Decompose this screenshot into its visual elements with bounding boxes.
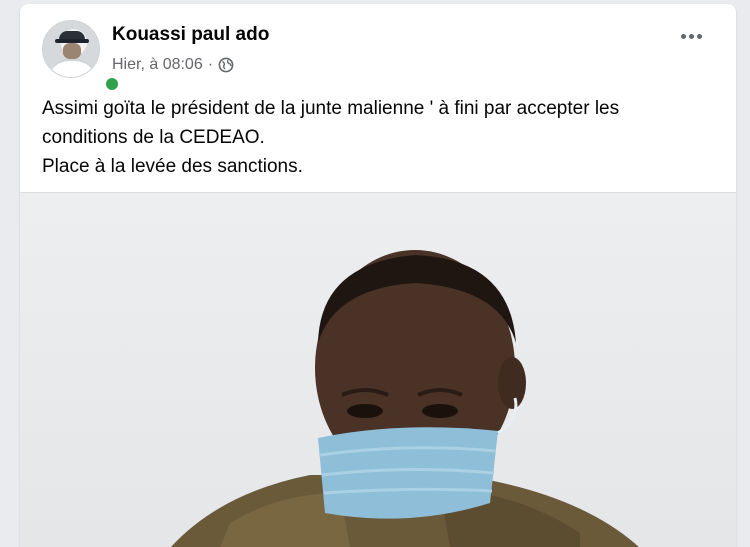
post-card: Kouassi paul ado Hier, à 08:06 · Assimi …	[20, 4, 736, 547]
meta-separator: ·	[207, 56, 214, 73]
avatar	[42, 20, 100, 78]
post-text-line: Place à la levée des sanctions.	[42, 156, 303, 177]
post-meta: Hier, à 08:06 ·	[112, 56, 234, 74]
post-timestamp[interactable]: Hier, à 08:06	[112, 56, 203, 74]
post-photo[interactable]	[20, 192, 736, 547]
photo-illustration	[170, 250, 639, 547]
author-avatar[interactable]	[42, 20, 120, 92]
post-text-line: conditions de la CEDEAO.	[42, 127, 265, 148]
post-text: Assimi goïta le président de la junte ma…	[42, 94, 722, 181]
globe-icon[interactable]	[218, 57, 234, 73]
more-options-icon[interactable]	[681, 34, 702, 39]
post-text-line: Assimi goïta le président de la junte ma…	[42, 98, 620, 119]
online-status-dot	[104, 76, 120, 92]
author-name[interactable]: Kouassi paul ado	[112, 24, 269, 46]
